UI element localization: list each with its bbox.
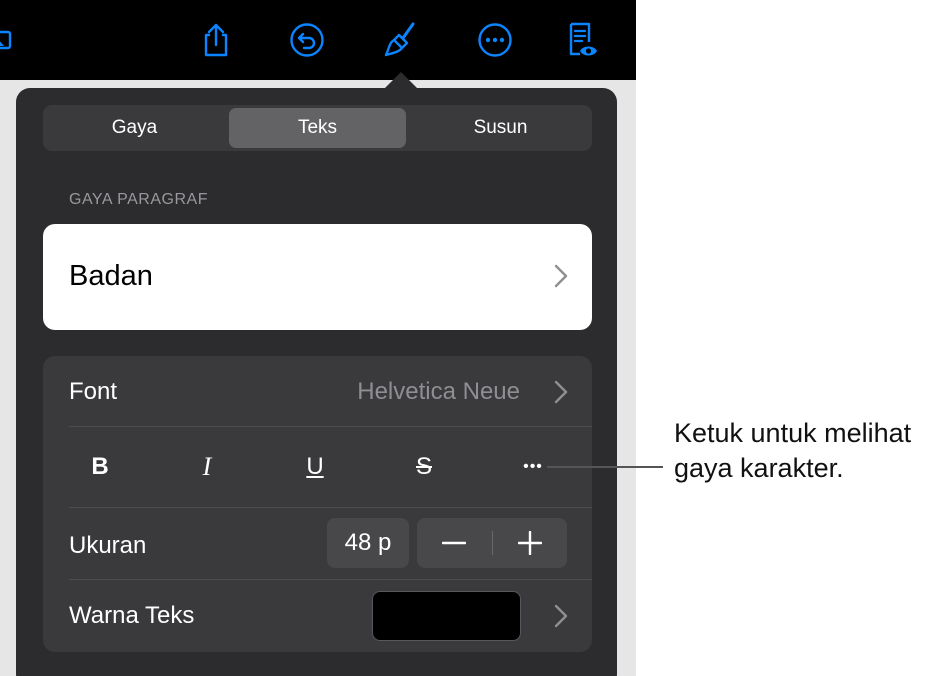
row-divider xyxy=(69,507,592,508)
callout-annotation: Ketuk untuk melihat gaya karakter. xyxy=(674,416,911,486)
tab-susun[interactable]: Susun xyxy=(412,108,589,148)
format-brush-icon[interactable] xyxy=(379,18,423,62)
callout-line-2: gaya karakter. xyxy=(674,453,844,483)
ipad-screen: Gaya Teks Susun GAYA PARAGRAF Badan Font… xyxy=(0,0,636,676)
font-size-field[interactable]: 48 p xyxy=(327,518,409,568)
media-icon[interactable] xyxy=(0,18,22,62)
font-size-stepper xyxy=(417,518,567,568)
text-settings-group: Font Helvetica Neue B I U S ••• Ukuran 4… xyxy=(43,356,592,652)
paragraph-style-value: Badan xyxy=(69,260,153,292)
format-popover: Gaya Teks Susun GAYA PARAGRAF Badan Font… xyxy=(16,88,617,676)
strikethrough-button[interactable]: S xyxy=(399,447,449,487)
app-toolbar xyxy=(0,0,636,80)
undo-icon[interactable] xyxy=(285,18,329,62)
size-label: Ukuran xyxy=(69,532,147,559)
underline-button[interactable]: U xyxy=(290,447,340,487)
font-label: Font xyxy=(69,378,118,405)
text-color-label: Warna Teks xyxy=(69,602,195,629)
tab-gaya[interactable]: Gaya xyxy=(46,108,223,148)
chevron-right-icon xyxy=(554,264,568,293)
callout-line-1: Ketuk untuk melihat xyxy=(674,418,912,448)
text-color-swatch[interactable] xyxy=(372,591,521,641)
share-icon[interactable] xyxy=(194,18,238,62)
chevron-right-icon xyxy=(554,604,568,633)
document-view-icon[interactable] xyxy=(559,18,603,62)
character-style-row: B I U S ••• xyxy=(43,427,592,507)
bold-button[interactable]: B xyxy=(75,447,125,487)
paragraph-style-header: GAYA PARAGRAF xyxy=(69,191,208,208)
tab-teks[interactable]: Teks xyxy=(229,108,406,148)
font-value: Helvetica Neue xyxy=(357,378,520,405)
font-row[interactable]: Font Helvetica Neue xyxy=(43,356,592,426)
increase-size-button[interactable] xyxy=(493,518,567,568)
italic-button[interactable]: I xyxy=(182,447,232,487)
decrease-size-button[interactable] xyxy=(417,518,491,568)
more-icon[interactable] xyxy=(473,18,517,62)
paragraph-style-button[interactable]: Badan xyxy=(43,224,592,330)
callout-leader-line xyxy=(547,466,663,468)
chevron-right-icon xyxy=(554,380,568,409)
format-tabs: Gaya Teks Susun xyxy=(43,105,592,151)
